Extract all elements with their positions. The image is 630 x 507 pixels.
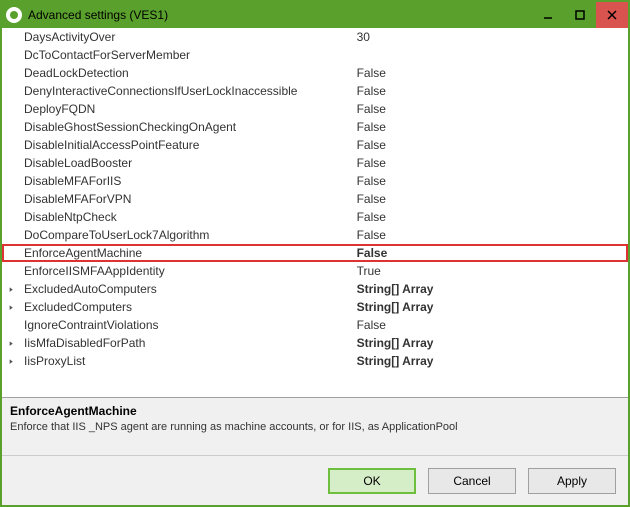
- property-value[interactable]: False: [353, 100, 628, 118]
- expander-icon: [2, 118, 20, 136]
- property-row[interactable]: DoCompareToUserLock7AlgorithmFalse: [2, 226, 628, 244]
- property-value[interactable]: False: [353, 208, 628, 226]
- ok-button[interactable]: OK: [328, 468, 416, 494]
- property-row[interactable]: EnforceAgentMachineFalse: [2, 244, 628, 262]
- property-name: DcToContactForServerMember: [20, 46, 353, 64]
- expander-icon: [2, 136, 20, 154]
- property-name: DisableMFAForVPN: [20, 190, 353, 208]
- property-row[interactable]: DaysActivityOver30: [2, 28, 628, 46]
- property-value[interactable]: False: [353, 118, 628, 136]
- property-value[interactable]: False: [353, 244, 628, 262]
- property-name: IgnoreContraintViolations: [20, 316, 353, 334]
- property-value[interactable]: String[] Array: [353, 352, 628, 370]
- property-name: EnforceAgentMachine: [20, 244, 353, 262]
- expander-icon: [2, 190, 20, 208]
- window-buttons: [532, 2, 628, 28]
- description-text: Enforce that IIS _NPS agent are running …: [10, 421, 620, 433]
- property-value[interactable]: [353, 46, 628, 64]
- expander-icon[interactable]: [2, 334, 20, 352]
- minimize-button[interactable]: [532, 2, 564, 28]
- property-row[interactable]: IisMfaDisabledForPathString[] Array: [2, 334, 628, 352]
- property-value[interactable]: String[] Array: [353, 334, 628, 352]
- property-name: EnforceIISMFAAppIdentity: [20, 262, 353, 280]
- property-name: IisProxyList: [20, 352, 353, 370]
- titlebar: Advanced settings (VES1): [2, 2, 628, 28]
- property-row[interactable]: ExcludedAutoComputersString[] Array: [2, 280, 628, 298]
- property-grid[interactable]: DaysActivityOver30DcToContactForServerMe…: [2, 28, 628, 397]
- property-row[interactable]: IgnoreContraintViolationsFalse: [2, 316, 628, 334]
- description-title: EnforceAgentMachine: [10, 404, 620, 418]
- maximize-button[interactable]: [564, 2, 596, 28]
- expander-icon[interactable]: [2, 298, 20, 316]
- description-panel: EnforceAgentMachine Enforce that IIS _NP…: [2, 397, 628, 455]
- property-row[interactable]: IisProxyListString[] Array: [2, 352, 628, 370]
- property-row[interactable]: DisableGhostSessionCheckingOnAgentFalse: [2, 118, 628, 136]
- property-row[interactable]: DeployFQDNFalse: [2, 100, 628, 118]
- expander-icon: [2, 100, 20, 118]
- property-name: DisableGhostSessionCheckingOnAgent: [20, 118, 353, 136]
- property-name: DisableLoadBooster: [20, 154, 353, 172]
- property-value[interactable]: False: [353, 226, 628, 244]
- expander-icon[interactable]: [2, 352, 20, 370]
- property-name: DisableInitialAccessPointFeature: [20, 136, 353, 154]
- property-name: ExcludedAutoComputers: [20, 280, 353, 298]
- property-name: ExcludedComputers: [20, 298, 353, 316]
- app-icon: [6, 7, 22, 23]
- property-row[interactable]: DcToContactForServerMember: [2, 46, 628, 64]
- expander-icon: [2, 262, 20, 280]
- expander-icon: [2, 154, 20, 172]
- property-name: DaysActivityOver: [20, 28, 353, 46]
- property-value[interactable]: String[] Array: [353, 298, 628, 316]
- close-button[interactable]: [596, 2, 628, 28]
- expander-icon: [2, 64, 20, 82]
- expander-icon: [2, 226, 20, 244]
- expander-icon: [2, 244, 20, 262]
- property-value[interactable]: True: [353, 262, 628, 280]
- property-value[interactable]: False: [353, 316, 628, 334]
- property-row[interactable]: DisableNtpCheckFalse: [2, 208, 628, 226]
- cancel-button[interactable]: Cancel: [428, 468, 516, 494]
- button-bar: OK Cancel Apply: [2, 455, 628, 505]
- property-name: DenyInteractiveConnectionsIfUserLockInac…: [20, 82, 353, 100]
- property-value[interactable]: False: [353, 154, 628, 172]
- property-row[interactable]: DeadLockDetectionFalse: [2, 64, 628, 82]
- property-row[interactable]: DenyInteractiveConnectionsIfUserLockInac…: [2, 82, 628, 100]
- property-row[interactable]: DisableInitialAccessPointFeatureFalse: [2, 136, 628, 154]
- property-value[interactable]: String[] Array: [353, 280, 628, 298]
- property-name: DoCompareToUserLock7Algorithm: [20, 226, 353, 244]
- expander-icon: [2, 208, 20, 226]
- expander-icon: [2, 46, 20, 64]
- window-title: Advanced settings (VES1): [28, 8, 532, 22]
- property-row[interactable]: EnforceIISMFAAppIdentityTrue: [2, 262, 628, 280]
- property-name: DeadLockDetection: [20, 64, 353, 82]
- property-row[interactable]: ExcludedComputersString[] Array: [2, 298, 628, 316]
- property-row[interactable]: DisableLoadBoosterFalse: [2, 154, 628, 172]
- property-row[interactable]: DisableMFAForIISFalse: [2, 172, 628, 190]
- property-value[interactable]: False: [353, 136, 628, 154]
- property-value[interactable]: False: [353, 172, 628, 190]
- expander-icon: [2, 28, 20, 46]
- property-row[interactable]: DisableMFAForVPNFalse: [2, 190, 628, 208]
- property-name: DisableNtpCheck: [20, 208, 353, 226]
- property-value[interactable]: 30: [353, 28, 628, 46]
- apply-button[interactable]: Apply: [528, 468, 616, 494]
- property-value[interactable]: False: [353, 190, 628, 208]
- property-name: DeployFQDN: [20, 100, 353, 118]
- expander-icon: [2, 172, 20, 190]
- property-value[interactable]: False: [353, 82, 628, 100]
- expander-icon: [2, 82, 20, 100]
- property-name: IisMfaDisabledForPath: [20, 334, 353, 352]
- expander-icon: [2, 316, 20, 334]
- property-name: DisableMFAForIIS: [20, 172, 353, 190]
- property-value[interactable]: False: [353, 64, 628, 82]
- expander-icon[interactable]: [2, 280, 20, 298]
